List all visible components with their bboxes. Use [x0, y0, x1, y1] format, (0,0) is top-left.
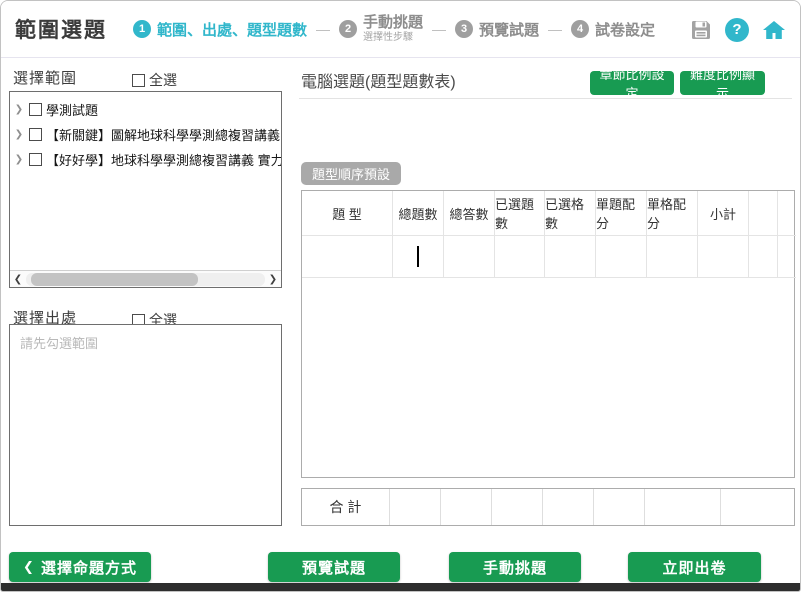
range-panel-title: 選擇範圍 [13, 67, 77, 88]
scroll-right-icon[interactable]: ❯ [265, 274, 281, 285]
chapter-ratio-button[interactable]: 章節比例設定 [590, 71, 674, 95]
column-header-empty [749, 191, 778, 236]
expand-chevron-icon[interactable]: ❯ [13, 129, 25, 140]
column-header: 總題數 [393, 191, 444, 236]
expand-chevron-icon[interactable]: ❯ [13, 154, 25, 165]
column-header: 已選題數 [495, 191, 545, 236]
column-header: 總答數 [444, 191, 495, 236]
step-2-sublabel: 選擇性步驟 [363, 32, 423, 43]
scrollbar-thumb[interactable] [31, 273, 198, 286]
tree-item-label: 【新關鍵】圖解地球科學學測總複習講義 [46, 125, 280, 144]
range-tree[interactable]: ❯ 學測試題 ❯ 【新關鍵】圖解地球科學學測總複習講義 ❯ 【好好學】地球科學學… [9, 91, 282, 288]
step-2-label: 手動挑題 [363, 15, 423, 32]
text-caret [417, 246, 419, 267]
step-3-label: 預覽試題 [479, 19, 539, 40]
range-select-all-checkbox[interactable] [132, 74, 145, 87]
header: 範圍選題 1 範圍、出處、題型題數 — 2 手動挑題 選擇性步驟 — 3 預覽試… [1, 1, 800, 58]
step-separator: — [432, 21, 446, 37]
table-header-row: 題 型 總題數 總答數 已選題數 已選格數 單題配分 單格配分 小計 [302, 191, 794, 236]
total-answer-cell[interactable] [444, 236, 495, 278]
total-cell [645, 489, 721, 525]
step-3[interactable]: 3 預覽試題 [455, 19, 539, 40]
home-icon[interactable] [761, 18, 787, 42]
item-checkbox[interactable] [29, 153, 42, 166]
column-header: 單題配分 [596, 191, 647, 236]
table-total-row: 合 計 [301, 488, 795, 526]
total-cell [441, 489, 492, 525]
preview-button-label: 預覽試題 [302, 557, 366, 578]
range-select-all-label: 全選 [149, 70, 177, 90]
source-list[interactable]: 請先勾選範圍 [9, 324, 282, 526]
generate-paper-button[interactable]: 立即出卷 [628, 552, 761, 582]
step-1-label: 範圍、出處、題型題數 [157, 19, 307, 40]
total-cell [721, 489, 796, 525]
scroll-left-icon[interactable]: ❮ [10, 274, 26, 285]
manual-button-label: 手動挑題 [483, 557, 547, 578]
total-cell [543, 489, 594, 525]
help-icon[interactable]: ? [725, 18, 749, 42]
stepper: 1 範圍、出處、題型題數 — 2 手動挑題 選擇性步驟 — 3 預覽試題 — 4… [133, 15, 655, 43]
save-icon[interactable] [689, 18, 713, 42]
step-4-number: 4 [571, 20, 589, 38]
generate-button-label: 立即出卷 [662, 557, 726, 578]
preview-questions-button[interactable]: 預覽試題 [268, 552, 400, 582]
tree-item[interactable]: ❯ 【好好學】地球科學學測總複習講義 實力 [13, 147, 281, 172]
step-4[interactable]: 4 試卷設定 [571, 19, 655, 40]
tree-item[interactable]: ❯ 學測試題 [13, 97, 281, 122]
column-header: 題 型 [302, 191, 393, 236]
step-1[interactable]: 1 範圍、出處、題型題數 [133, 19, 307, 40]
main-panel-title: 電腦選題(題型題數表) [301, 68, 456, 92]
column-header: 小計 [698, 191, 749, 236]
step-separator: — [316, 21, 330, 37]
expand-chevron-icon[interactable]: ❯ [13, 104, 25, 115]
panel-divider [299, 98, 792, 99]
total-cell [390, 489, 441, 525]
per-blank-score-cell[interactable] [647, 236, 698, 278]
back-button[interactable]: ❮ 選擇命題方式 [9, 552, 151, 582]
item-checkbox[interactable] [29, 128, 42, 141]
empty-cell [749, 236, 778, 278]
scrollbar-track[interactable] [26, 273, 265, 286]
source-placeholder: 請先勾選範圍 [20, 336, 98, 351]
step-2-number: 2 [339, 20, 357, 38]
step-1-number: 1 [133, 20, 151, 38]
step-separator: — [548, 21, 562, 37]
total-cell [492, 489, 543, 525]
tree-item-label: 學測試題 [46, 100, 98, 119]
page-title: 範圍選題 [15, 14, 107, 44]
table-row [302, 236, 794, 278]
tree-item[interactable]: ❯ 【新關鍵】圖解地球科學學測總複習講義 [13, 122, 281, 147]
item-checkbox[interactable] [29, 103, 42, 116]
subtotal-cell [698, 236, 749, 278]
manual-pick-button[interactable]: 手動挑題 [449, 552, 581, 582]
question-type-table: 題 型 總題數 總答數 已選題數 已選格數 單題配分 單格配分 小計 [301, 190, 795, 478]
column-header: 單格配分 [647, 191, 698, 236]
background-window-strip [1, 583, 800, 591]
empty-cell [778, 236, 796, 278]
step-2[interactable]: 2 手動挑題 選擇性步驟 [339, 15, 423, 43]
step-4-label: 試卷設定 [595, 19, 655, 40]
app-window: 範圍選題 1 範圍、出處、題型題數 — 2 手動挑題 選擇性步驟 — 3 預覽試… [0, 0, 801, 592]
question-type-cell[interactable] [302, 236, 393, 278]
total-count-cell[interactable] [393, 236, 444, 278]
step-3-number: 3 [455, 20, 473, 38]
back-button-label: 選擇命題方式 [41, 557, 137, 578]
tree-item-label: 【好好學】地球科學學測總複習講義 實力 [46, 150, 281, 169]
column-header-empty [778, 191, 796, 236]
per-question-score-cell[interactable] [596, 236, 647, 278]
total-label: 合 計 [302, 489, 390, 525]
chevron-left-icon: ❮ [23, 559, 35, 575]
horizontal-scrollbar[interactable]: ❮ ❯ [10, 270, 281, 287]
column-header: 已選格數 [545, 191, 596, 236]
tab-question-type-order[interactable]: 題型順序預設 [301, 162, 401, 185]
range-select-all[interactable]: 全選 [132, 70, 177, 90]
total-cell [594, 489, 645, 525]
selected-blank-cell[interactable] [545, 236, 596, 278]
header-icons: ? [689, 1, 787, 58]
selected-count-cell[interactable] [495, 236, 545, 278]
difficulty-ratio-button[interactable]: 難度比例顯示 [680, 71, 765, 95]
